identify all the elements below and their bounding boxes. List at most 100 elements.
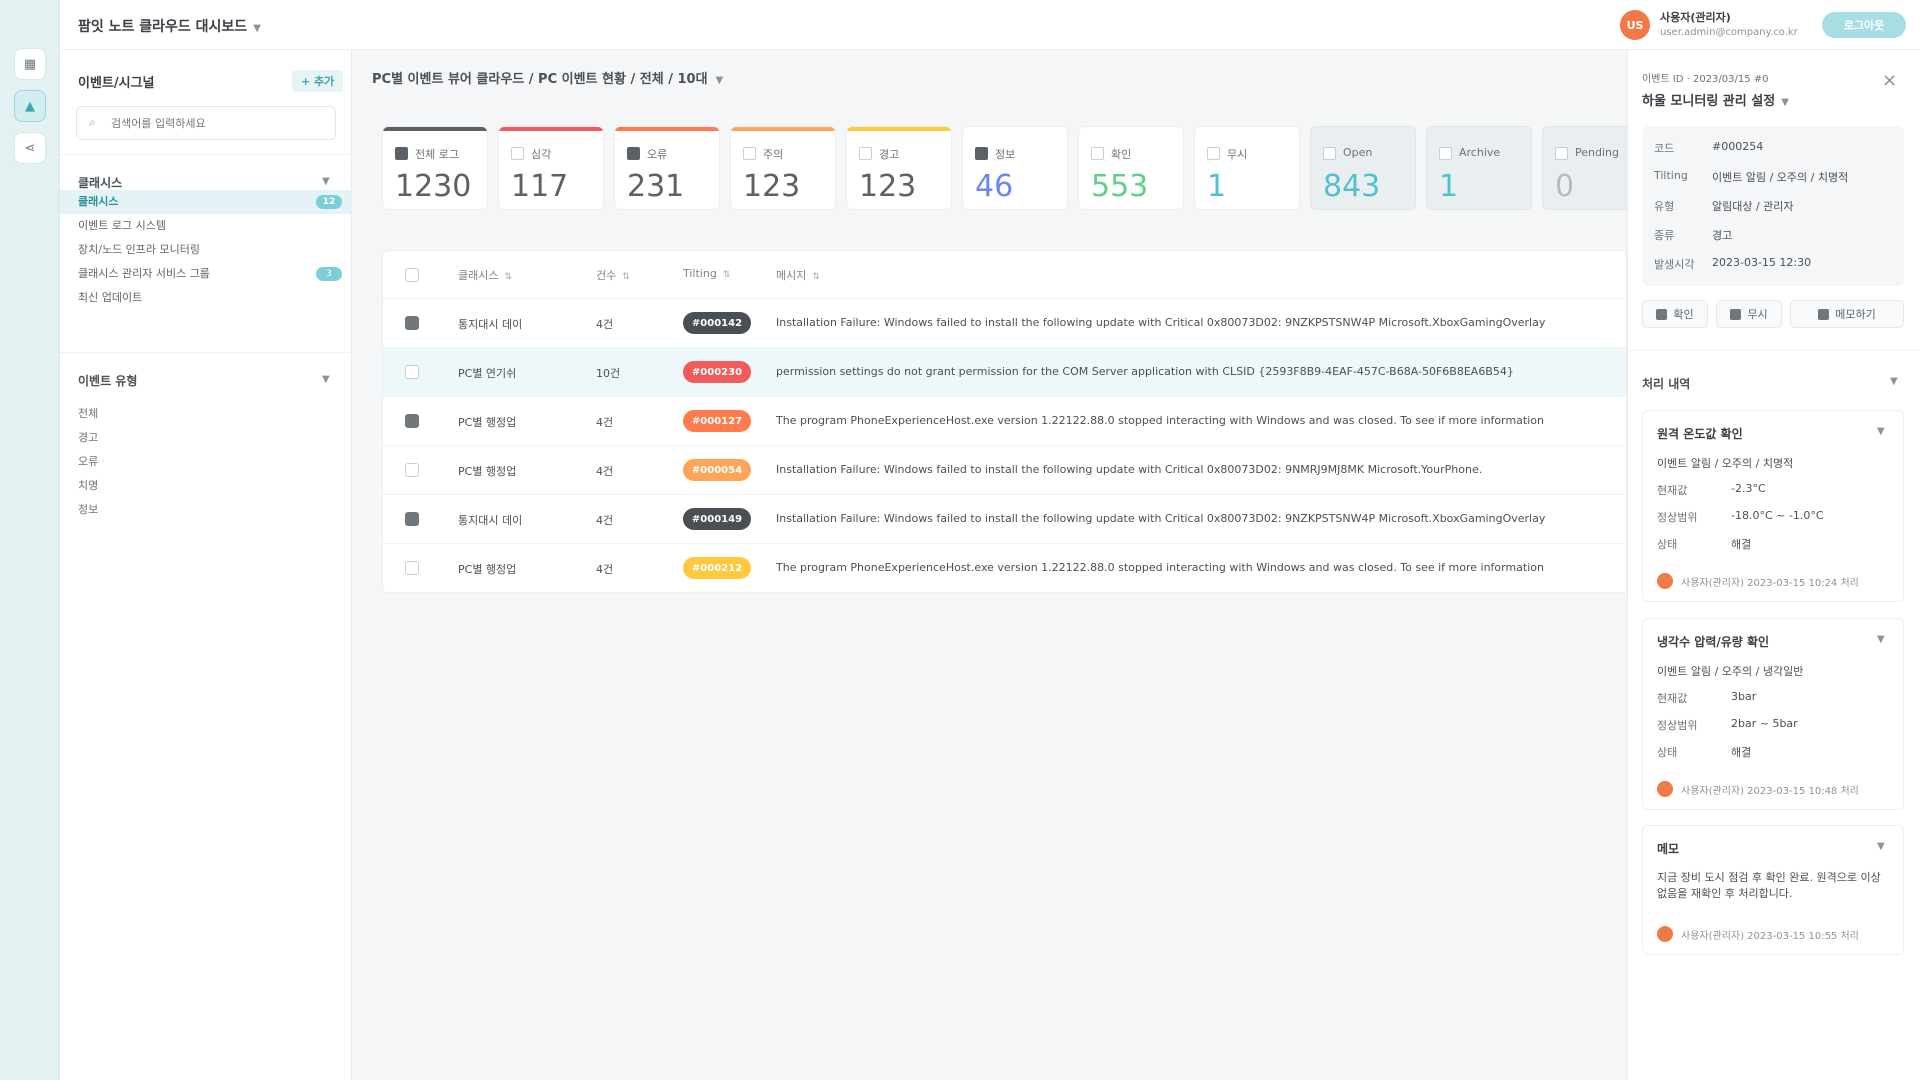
search-box: ⌕: [76, 106, 336, 140]
row-checkbox[interactable]: [405, 561, 419, 575]
summary-tile[interactable]: Archive 1: [1426, 126, 1532, 210]
tile-checkbox[interactable]: [975, 147, 988, 160]
summary-tile[interactable]: 심각 117: [498, 126, 604, 210]
summary-tile[interactable]: 정보 46: [962, 126, 1068, 210]
tile-checkbox[interactable]: [859, 147, 872, 160]
summary-tile[interactable]: 경고 123: [846, 126, 952, 210]
row-checkbox[interactable]: [405, 463, 419, 477]
tile-label: 오류: [647, 148, 668, 161]
home-icon[interactable]: ▦: [14, 48, 46, 80]
table-row[interactable]: PC별 행정업 4건 #000127 The program PhoneExperie…: [383, 397, 1626, 446]
chevron-down-icon[interactable]: ▼: [322, 374, 330, 385]
tile-checkbox[interactable]: [1555, 147, 1568, 160]
summary-tile[interactable]: 전체 로그 1230: [382, 126, 488, 210]
tile-checkbox[interactable]: [1207, 147, 1220, 160]
tile-checkbox[interactable]: [1439, 147, 1452, 160]
search-input[interactable]: [111, 114, 327, 132]
row-checkbox[interactable]: [405, 512, 419, 526]
chevron-down-icon[interactable]: ▼: [1890, 376, 1898, 387]
detail-title[interactable]: 하울 모니터링 관리 설정 ▼: [1642, 90, 1789, 109]
tile-color-bar: [1427, 127, 1531, 131]
button-label: 메모하기: [1835, 308, 1876, 321]
tag-badge: #000230: [683, 361, 751, 383]
column-header-count[interactable]: 건수 ⇅: [596, 267, 630, 283]
tile-count: 123: [859, 169, 917, 204]
tile-count: 1: [1439, 169, 1459, 204]
section-header-event-types[interactable]: 이벤트 유형: [78, 372, 137, 389]
column-header-name[interactable]: 클래시스 ⇅: [458, 267, 512, 283]
sidebar-item[interactable]: 이벤트 로그 시스템: [60, 214, 352, 238]
tile-checkbox[interactable]: [511, 147, 524, 160]
alert-icon[interactable]: ▲: [14, 90, 46, 122]
chevron-down-icon[interactable]: ▼: [1877, 634, 1885, 645]
button-label: 무시: [1747, 308, 1768, 321]
table-row[interactable]: PC별 행정업 4건 #000212 The program PhoneExperie…: [383, 544, 1626, 593]
filter-item[interactable]: 전체: [78, 405, 98, 421]
table-row[interactable]: PC별 행정업 4건 #000054 Installation Failure: Wi…: [383, 446, 1626, 495]
row-checkbox[interactable]: [405, 365, 419, 379]
activity-key: 상태: [1657, 746, 1678, 759]
close-icon[interactable]: ×: [1882, 70, 1897, 91]
logout-button[interactable]: 로그아웃: [1822, 12, 1906, 38]
share-icon[interactable]: ⋖: [14, 132, 46, 164]
tile-checkbox[interactable]: [1323, 147, 1336, 160]
app-title[interactable]: 팜잇 노트 클라우드 대시보드 ▼: [78, 16, 261, 36]
memo-button[interactable]: 메모하기: [1790, 300, 1904, 328]
activity-value: -18.0°C ~ -1.0°C: [1731, 509, 1824, 522]
breadcrumb[interactable]: PC별 이벤트 뷰어 클라우드 / PC 이벤트 현황 / 전체 / 10대 ▼: [372, 68, 723, 87]
table-row[interactable]: 통지대시 데이 4건 #000142 Installation Failure: Wi…: [383, 299, 1626, 348]
user-name: 사용자(관리자): [1660, 11, 1731, 24]
table-row[interactable]: 통지대시 데이 4건 #000149 Installation Failure: Wi…: [383, 495, 1626, 544]
column-label: 클래시스: [458, 269, 499, 282]
confirm-button[interactable]: 확인: [1642, 300, 1708, 328]
tile-checkbox[interactable]: [627, 147, 640, 160]
row-checkbox[interactable]: [405, 414, 419, 428]
info-key: 발생시각: [1654, 258, 1695, 271]
chevron-down-icon[interactable]: ▼: [1877, 426, 1885, 437]
filter-item[interactable]: 오류: [78, 453, 98, 469]
summary-tile[interactable]: 주의 123: [730, 126, 836, 210]
tile-label: 주의: [763, 148, 784, 161]
tile-checkbox[interactable]: [395, 147, 408, 160]
tile-checkbox[interactable]: [743, 147, 756, 160]
activity-value: 2bar ~ 5bar: [1731, 717, 1798, 730]
table-row[interactable]: PC별 연기쉬 10건 #000230 permission settings do …: [383, 348, 1626, 397]
row-checkbox[interactable]: [405, 316, 419, 330]
column-header-tag[interactable]: Tilting ⇅: [683, 267, 730, 280]
chevron-down-icon[interactable]: ▼: [322, 176, 330, 187]
sidebar-item[interactable]: 클래시스 관리자 서비스 그룹 3: [60, 262, 352, 286]
activity-summary: 이벤트 알림 / 오주의 / 냉각일반: [1657, 665, 1804, 678]
select-all-checkbox[interactable]: [405, 268, 419, 282]
summary-tile[interactable]: 오류 231: [614, 126, 720, 210]
memo-icon: [1818, 308, 1830, 320]
chevron-down-icon[interactable]: ▼: [1877, 841, 1885, 852]
tile-count: 0: [1555, 169, 1575, 204]
column-header-message[interactable]: 메시지 ⇅: [776, 267, 820, 283]
filter-item[interactable]: 경고: [78, 429, 98, 445]
sidebar-item[interactable]: 클래시스 12: [60, 190, 352, 214]
cell-message: The program PhoneExperienceHost.exe vers…: [776, 561, 1544, 574]
tag-badge: #000054: [683, 459, 751, 481]
chevron-down-icon: ▼: [253, 23, 261, 34]
activity-section-title: 처리 내역: [1642, 377, 1691, 391]
activity-title: 냉각수 압력/유량 확인: [1657, 635, 1770, 649]
filter-item[interactable]: 치명: [78, 477, 98, 493]
activity-card: 냉각수 압력/유량 확인 ▼ 이벤트 알림 / 오주의 / 냉각일반 현재값 3bar 정…: [1642, 618, 1904, 810]
avatar: [1657, 781, 1673, 797]
avatar[interactable]: US: [1620, 10, 1650, 40]
summary-tile[interactable]: Pending 0: [1542, 126, 1627, 210]
summary-tile[interactable]: 무시 1: [1194, 126, 1300, 210]
ignore-button[interactable]: 무시: [1716, 300, 1782, 328]
tile-label: Pending: [1575, 146, 1619, 159]
section-header-classes[interactable]: 클래시스: [78, 174, 122, 191]
cell-name: PC별 행정업: [458, 465, 517, 478]
avatar: [1657, 926, 1673, 942]
activity-title: 메모: [1657, 842, 1680, 856]
summary-tile[interactable]: 확인 553: [1078, 126, 1184, 210]
filter-item[interactable]: 정보: [78, 501, 98, 517]
sidebar-item[interactable]: 최신 업데이트: [60, 286, 352, 310]
summary-tile[interactable]: Open 843: [1310, 126, 1416, 210]
sidebar-item[interactable]: 장치/노드 인프라 모니터링: [60, 238, 352, 262]
tile-checkbox[interactable]: [1091, 147, 1104, 160]
add-button[interactable]: + 추가: [292, 70, 344, 92]
